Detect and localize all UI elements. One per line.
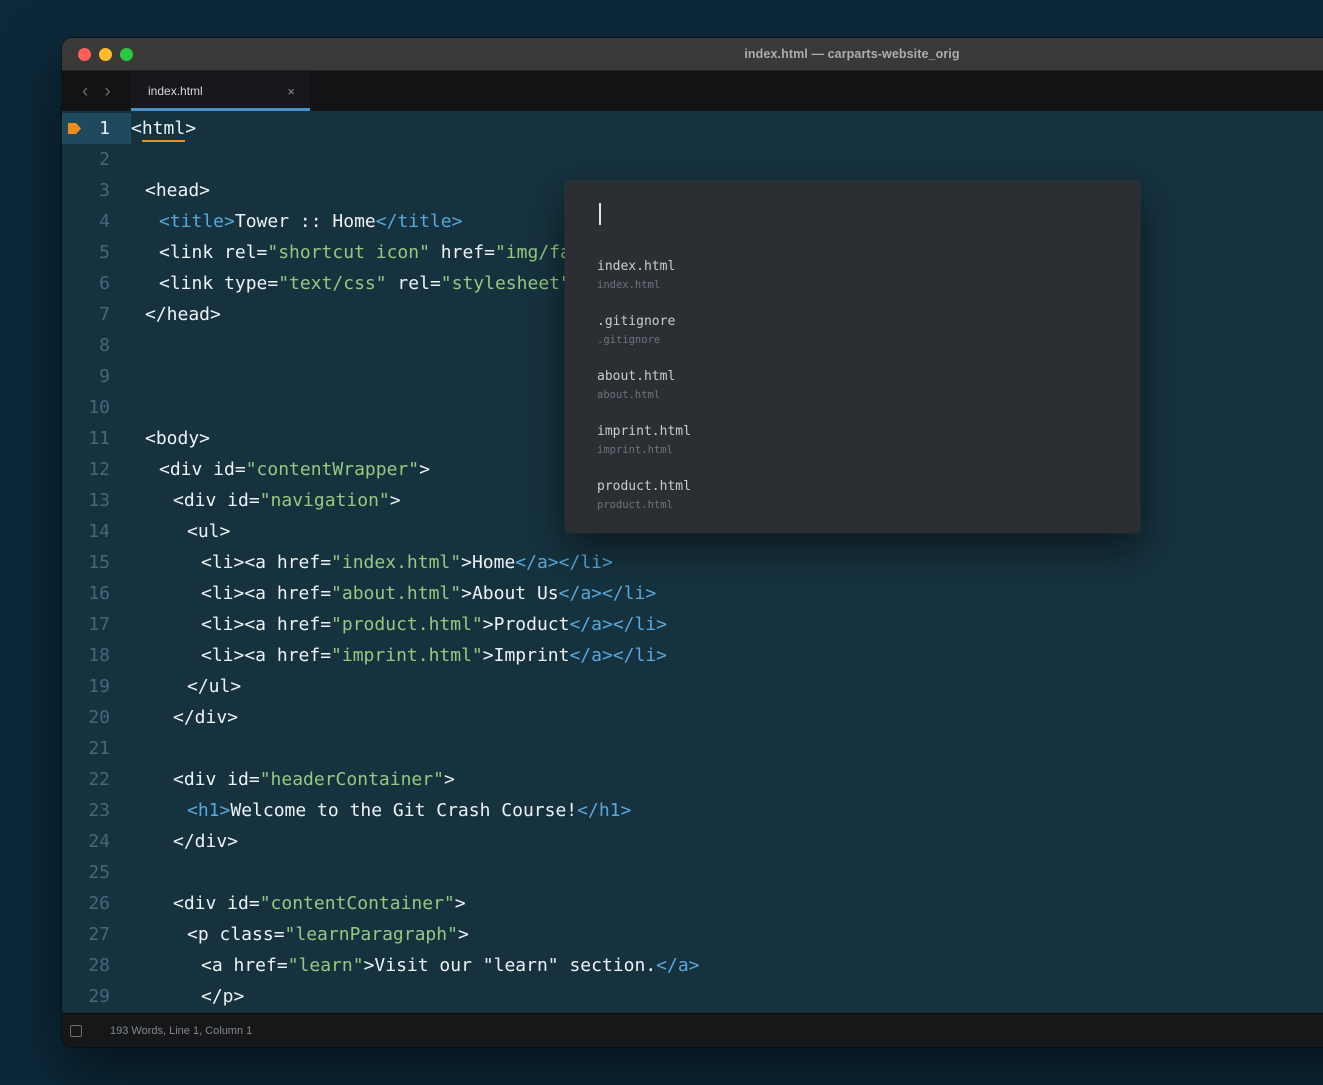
line-number: 25 [62, 857, 131, 888]
goto-item[interactable]: about.html about.html [565, 359, 1140, 414]
line-number: 14 [62, 516, 131, 547]
minimize-window-button[interactable] [99, 48, 112, 61]
zoom-window-button[interactable] [120, 48, 133, 61]
code-line[interactable]: 2 [62, 144, 1323, 175]
line-number: 10 [62, 392, 131, 423]
goto-list: index.htmlindex.html.gitignore.gitignore… [565, 249, 1140, 524]
line-number: 29 [62, 981, 131, 1012]
window-title: index.html — carparts-website_orig [744, 47, 959, 61]
goto-item-name: index.html [597, 259, 1108, 275]
tabbar: ‹ › index.html × [62, 71, 1323, 111]
goto-item[interactable]: imprint.html imprint.html [565, 414, 1140, 469]
line-number: 27 [62, 919, 131, 950]
code-line[interactable]: 18<li><a href="imprint.html">Imprint</a>… [62, 640, 1323, 671]
tab-label: index.html [148, 84, 284, 98]
code-line[interactable]: 16<li><a href="about.html">About Us</a><… [62, 578, 1323, 609]
goto-item-path: about.html [597, 389, 1108, 402]
code-line[interactable]: 22<div id="headerContainer"> [62, 764, 1323, 795]
text-cursor [599, 203, 601, 225]
goto-item-name: about.html [597, 369, 1108, 385]
goto-item-path: .gitignore [597, 334, 1108, 347]
line-number: 17 [62, 609, 131, 640]
code-line[interactable]: 17<li><a href="product.html">Product</a>… [62, 609, 1323, 640]
vintage-mode-icon [70, 1025, 82, 1037]
code-line[interactable]: 19</ul> [62, 671, 1323, 702]
line-number: 4 [62, 206, 131, 237]
line-number: 3 [62, 175, 131, 206]
line-number: 18 [62, 640, 131, 671]
code-line[interactable]: 29</p> [62, 981, 1323, 1012]
line-number: 12 [62, 454, 131, 485]
goto-item-name: product.html [597, 479, 1108, 495]
code-line[interactable]: 27<p class="learnParagraph"> [62, 919, 1323, 950]
goto-item-path: product.html [597, 499, 1108, 512]
line-number: 22 [62, 764, 131, 795]
goto-item-name: imprint.html [597, 424, 1108, 440]
code-line[interactable]: 26<div id="contentContainer"> [62, 888, 1323, 919]
line-number: 24 [62, 826, 131, 857]
goto-item[interactable]: index.html index.html [565, 249, 1140, 304]
code-line[interactable]: 23<h1>Welcome to the Git Crash Course!</… [62, 795, 1323, 826]
code-line[interactable]: 28<a href="learn">Visit our "learn" sect… [62, 950, 1323, 981]
line-number: 26 [62, 888, 131, 919]
tab-index-html[interactable]: index.html × [131, 71, 310, 111]
tab-close-icon[interactable]: × [284, 83, 298, 100]
code-line[interactable]: 15<li><a href="index.html">Home</a></li> [62, 547, 1323, 578]
editor-window: index.html — carparts-website_orig ‹ › i… [62, 38, 1323, 1047]
line-number: 15 [62, 547, 131, 578]
goto-item[interactable]: product.html product.html [565, 469, 1140, 524]
code-editor[interactable]: 1<html>23<head>4<title>Tower :: Home</ti… [62, 111, 1323, 1013]
line-number: 11 [62, 423, 131, 454]
code-line[interactable]: 20</div> [62, 702, 1323, 733]
titlebar[interactable]: index.html — carparts-website_orig [62, 38, 1323, 71]
line-number: 8 [62, 330, 131, 361]
line-number: 21 [62, 733, 131, 764]
code-line[interactable]: 21 [62, 733, 1323, 764]
traffic-lights [78, 38, 133, 70]
line-number: 9 [62, 361, 131, 392]
goto-anything-panel: index.htmlindex.html.gitignore.gitignore… [565, 181, 1140, 533]
line-number: 19 [62, 671, 131, 702]
line-number: 2 [62, 144, 131, 175]
line-number: 13 [62, 485, 131, 516]
code-line[interactable]: 24</div> [62, 826, 1323, 857]
goto-search-input[interactable] [597, 199, 1108, 241]
goto-item-path: index.html [597, 279, 1108, 292]
code-line[interactable]: 1<html> [62, 113, 1323, 144]
line-number: 16 [62, 578, 131, 609]
goto-item[interactable]: .gitignore .gitignore [565, 304, 1140, 359]
status-text: 193 Words, Line 1, Column 1 [110, 1025, 252, 1037]
line-number: 23 [62, 795, 131, 826]
back-icon[interactable]: ‹ [80, 82, 90, 101]
line-number: 7 [62, 299, 131, 330]
code-line[interactable]: 25 [62, 857, 1323, 888]
line-number: 1 [62, 113, 131, 144]
line-number: 20 [62, 702, 131, 733]
close-window-button[interactable] [78, 48, 91, 61]
line-number: 6 [62, 268, 131, 299]
desktop: index.html — carparts-website_orig ‹ › i… [0, 0, 1323, 1085]
tab-nav-arrows: ‹ › [80, 71, 113, 111]
bookmark-icon [68, 123, 81, 134]
goto-item-name: .gitignore [597, 314, 1108, 330]
forward-icon[interactable]: › [102, 82, 112, 101]
goto-item-path: imprint.html [597, 444, 1108, 457]
line-number: 5 [62, 237, 131, 268]
statusbar: 193 Words, Line 1, Column 1 [62, 1013, 1323, 1047]
line-number: 28 [62, 950, 131, 981]
